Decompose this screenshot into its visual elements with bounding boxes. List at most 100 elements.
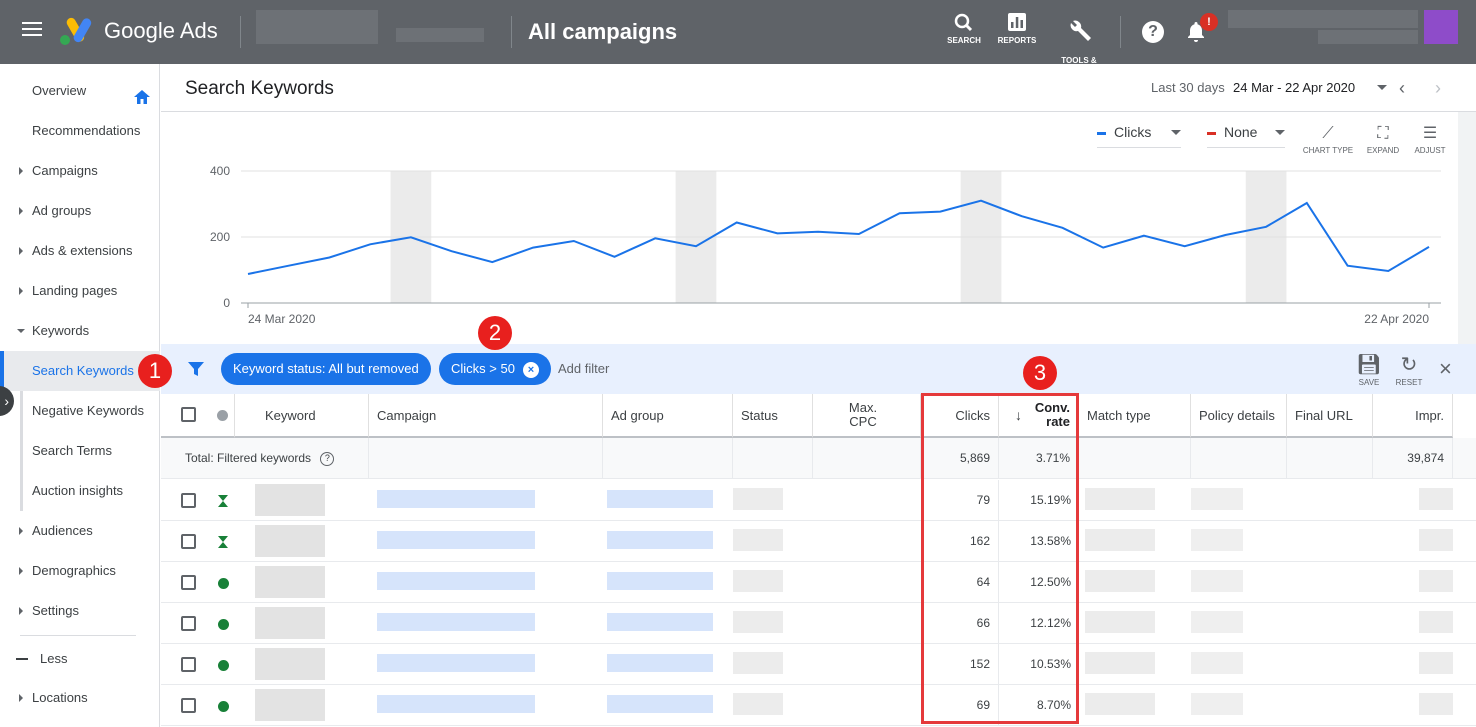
keyword-cell[interactable] (235, 521, 369, 562)
keyword-cell[interactable] (235, 480, 369, 521)
sidebar-item-label: Keywords (32, 323, 90, 338)
column-header-label: Impr. (1415, 408, 1444, 423)
table-row[interactable]: 66 12.12% (161, 603, 1476, 644)
sidebar-item-label: Recommendations (32, 123, 141, 138)
campaign-cell[interactable] (369, 603, 603, 644)
divider (1120, 16, 1121, 48)
table-row[interactable]: 152 10.53% (161, 644, 1476, 685)
row-checkbox[interactable] (181, 616, 196, 631)
sidebar-item-recommendations[interactable]: Recommendations (0, 111, 160, 151)
sidebar-item-campaigns[interactable]: Campaigns (0, 151, 160, 191)
column-header-impr[interactable]: Impr. (1373, 394, 1453, 438)
adgroup-cell[interactable] (603, 480, 733, 521)
sidebar-item-search-keywords[interactable]: Search Keywords (0, 351, 160, 391)
row-checkbox[interactable] (181, 657, 196, 672)
help-circle-icon[interactable]: ? (320, 451, 335, 466)
column-header-campaign[interactable]: Campaign (369, 394, 603, 438)
help-icon[interactable]: ? (1142, 21, 1164, 43)
sidebar-item-negative-keywords[interactable]: Negative Keywords (0, 391, 160, 431)
adgroup-cell[interactable] (603, 685, 733, 726)
keyword-cell[interactable] (235, 562, 369, 603)
impr-redacted (1419, 488, 1453, 510)
table-row[interactable]: 69 8.70% (161, 685, 1476, 726)
next-period-icon[interactable]: › (1435, 78, 1441, 99)
table-row[interactable]: 162 13.58% (161, 521, 1476, 562)
adgroup-cell[interactable] (603, 644, 733, 685)
column-header-label: Final URL (1295, 408, 1353, 423)
search-button[interactable]: SEARCH (939, 10, 989, 46)
column-header-status[interactable]: Status (733, 394, 813, 438)
impr-cell (1373, 562, 1453, 603)
column-header-final-url[interactable]: Final URL (1287, 394, 1373, 438)
date-range-picker[interactable]: 24 Mar - 22 Apr 2020 (1233, 80, 1355, 95)
filter-icon[interactable] (188, 361, 204, 377)
sidebar-item-overview[interactable]: Overview (0, 71, 160, 111)
sidebar-item-locations[interactable]: Locations (0, 678, 160, 718)
sidebar-item-ads-extensions[interactable]: Ads & extensions (0, 231, 160, 271)
column-header-policy-details[interactable]: Policy details (1191, 394, 1287, 438)
column-header-ad-group[interactable]: Ad group (603, 394, 733, 438)
row-checkbox[interactable] (181, 698, 196, 713)
search-label: SEARCH (947, 36, 981, 45)
campaign-cell[interactable] (369, 480, 603, 521)
column-header-label: Campaign (377, 408, 437, 423)
row-checkbox[interactable] (181, 534, 196, 549)
close-icon[interactable]: × (1439, 356, 1452, 382)
row-checkbox[interactable] (181, 575, 196, 590)
save-button[interactable]: 💾︎ SAVE (1349, 352, 1389, 387)
total-label-cell: Total: Filtered keywords ? (161, 438, 369, 479)
keyword-cell[interactable] (235, 685, 369, 726)
add-filter-button[interactable]: Add filter (558, 361, 609, 376)
expand-arrow-icon (19, 247, 23, 255)
sidebar-item-settings[interactable]: Settings (0, 591, 160, 631)
adgroup-cell[interactable] (603, 562, 733, 603)
sidebar-less-toggle[interactable]: Less (0, 639, 160, 679)
table-row[interactable]: 64 12.50% (161, 562, 1476, 603)
policy-redacted (1191, 570, 1243, 592)
adgroup-cell[interactable] (603, 603, 733, 644)
campaign-cell[interactable] (369, 562, 603, 603)
sidebar-item-auction-insights[interactable]: Auction insights (0, 471, 160, 511)
match-type-cell (1079, 603, 1191, 644)
sidebar-item-label: Auction insights (32, 483, 124, 498)
column-header-max-cpc[interactable]: Max. CPC (813, 394, 921, 438)
table-row[interactable]: 79 15.19% (161, 480, 1476, 521)
home-icon (134, 90, 150, 104)
account-name-redacted (256, 10, 378, 44)
sidebar-item-audiences[interactable]: Audiences (0, 511, 160, 551)
filter-chip-clicks[interactable]: Clicks > 50 × (439, 353, 551, 385)
chevron-right-icon: › (4, 393, 9, 409)
date-range-label: Last 30 days (1151, 80, 1225, 95)
sidebar-item-search-terms[interactable]: Search Terms (0, 431, 160, 471)
reset-button[interactable]: ↻ RESET (1389, 352, 1429, 387)
row-checkbox[interactable] (181, 493, 196, 508)
campaign-cell[interactable] (369, 685, 603, 726)
adgroup-redacted (607, 613, 713, 631)
select-all-checkbox[interactable] (181, 407, 196, 422)
status-cell (733, 521, 813, 562)
adgroup-cell[interactable] (603, 521, 733, 562)
sidebar-item-landing-pages[interactable]: Landing pages (0, 271, 160, 311)
column-header-keyword[interactable]: Keyword (235, 394, 369, 438)
avatar[interactable] (1424, 10, 1458, 44)
impr-cell (1373, 521, 1453, 562)
keyword-cell[interactable] (235, 603, 369, 644)
previous-period-icon[interactable]: ‹ (1399, 78, 1405, 99)
campaign-cell[interactable] (369, 521, 603, 562)
campaign-cell[interactable] (369, 644, 603, 685)
sidebar-item-demographics[interactable]: Demographics (0, 551, 160, 591)
keyword-cell[interactable] (235, 644, 369, 685)
collapse-arrow-icon (17, 329, 25, 333)
reports-button[interactable]: REPORTS (992, 10, 1042, 46)
remove-filter-icon[interactable]: × (522, 361, 539, 378)
reports-label: REPORTS (997, 36, 1037, 45)
filter-chip-keyword-status[interactable]: Keyword status: All but removed (221, 353, 431, 385)
keyword-redacted (255, 689, 325, 721)
menu-icon[interactable] (22, 22, 42, 42)
date-dropdown-icon[interactable] (1377, 85, 1387, 90)
impr-cell (1373, 603, 1453, 644)
match-type-cell (1079, 562, 1191, 603)
column-header-match-type[interactable]: Match type (1079, 394, 1191, 438)
sidebar-item-keywords[interactable]: Keywords (0, 311, 160, 351)
sidebar-item-ad-groups[interactable]: Ad groups (0, 191, 160, 231)
